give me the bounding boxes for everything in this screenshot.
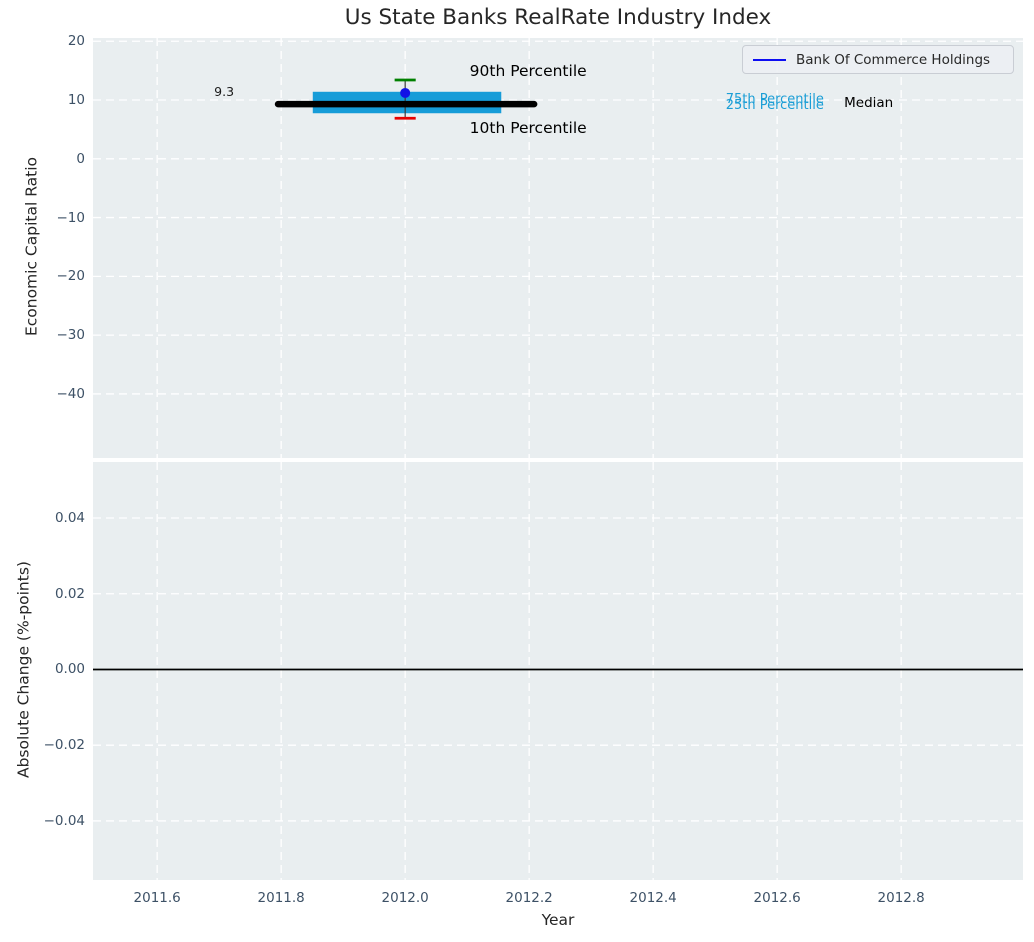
y-axis-label-bottom: Absolute Change (%-points) [14, 561, 33, 779]
legend-line-swatch-icon [753, 58, 786, 61]
legend-label: Bank Of Commerce Holdings [796, 51, 991, 68]
legend: Bank Of Commerce Holdings [742, 45, 1014, 74]
x-axis-label: Year [541, 911, 575, 929]
plot-area-1 [93, 462, 1023, 880]
plot-area-0 [93, 38, 1023, 458]
company-marker [400, 87, 411, 98]
chart-title: Us State Banks RealRate Industry Index [344, 5, 772, 30]
plot-svg [93, 38, 1023, 880]
y-axis-label-top: Economic Capital Ratio [22, 157, 41, 337]
figure-canvas: 20 10 0 −10 −20 −30 −40 9.3 90th Percentile 10th … [0, 0, 1034, 942]
